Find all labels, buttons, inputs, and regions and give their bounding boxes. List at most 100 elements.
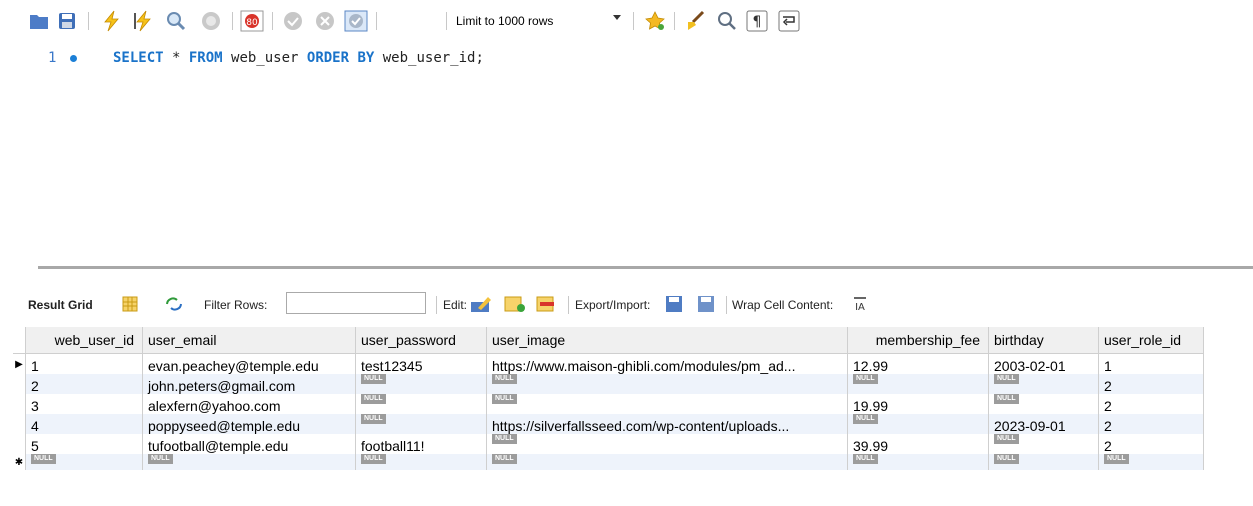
cell-value: evan.peachey@temple.edu	[148, 358, 319, 374]
autocommit-icon[interactable]	[344, 10, 368, 32]
row-indicator[interactable]	[13, 414, 26, 434]
sql-code-line[interactable]: SELECT * FROM web_user ORDER BY web_user…	[113, 50, 484, 66]
row-indicator[interactable]	[13, 434, 26, 454]
toolbar-separator	[674, 12, 675, 30]
grid-cell[interactable]: alexfern@yahoo.com	[142, 394, 356, 414]
grid-cell[interactable]: NULL	[355, 394, 487, 414]
grid-cell[interactable]: 2	[25, 374, 143, 394]
table-row[interactable]: ▶ 1 evan.peachey@temple.edu test12345 https:…	[13, 353, 1204, 374]
grid-cell[interactable]: NULL	[486, 374, 848, 394]
grid-cell[interactable]: NULL	[1098, 454, 1204, 470]
beautify-icon[interactable]	[684, 10, 708, 32]
export-icon[interactable]	[664, 294, 686, 314]
grid-cell[interactable]: 2	[1098, 394, 1204, 414]
grid-cell[interactable]: https://silverfallsseed.com/wp-content/u…	[486, 414, 848, 434]
column-header[interactable]: user_role_id	[1098, 327, 1204, 354]
grid-cell[interactable]: 3	[25, 394, 143, 414]
null-badge: NULL	[361, 454, 386, 464]
toolbar-separator	[232, 12, 233, 30]
splitter[interactable]	[38, 266, 1253, 269]
grid-cell[interactable]: evan.peachey@temple.edu	[142, 353, 356, 374]
commit-icon[interactable]	[282, 10, 304, 32]
wrap-cell-icon[interactable]: IA	[852, 296, 868, 312]
null-badge: NULL	[853, 414, 878, 424]
rollback-icon[interactable]	[314, 10, 336, 32]
row-indicator[interactable]	[13, 374, 26, 394]
grid-cell[interactable]: 1	[25, 353, 143, 374]
delete-row-icon[interactable]	[536, 294, 558, 314]
result-grid-tab[interactable]: Result Grid	[28, 298, 93, 312]
grid-cell[interactable]: NULL	[25, 454, 143, 470]
grid-cell[interactable]: NULL	[847, 414, 989, 434]
grid-cell[interactable]: test12345	[355, 353, 487, 374]
edit-row-icon[interactable]	[470, 294, 492, 314]
grid-cell[interactable]: 19.99	[847, 394, 989, 414]
grid-cell[interactable]: 2	[1098, 434, 1204, 454]
grid-cell[interactable]: 12.99	[847, 353, 989, 374]
grid-cell[interactable]: https://www.maison-ghibli.com/modules/pm…	[486, 353, 848, 374]
grid-cell[interactable]: 4	[25, 414, 143, 434]
filter-rows-input[interactable]	[286, 292, 426, 314]
add-row-icon[interactable]	[504, 294, 526, 314]
grid-cell[interactable]: 2023-09-01	[988, 414, 1099, 434]
import-icon[interactable]	[696, 294, 718, 314]
grid-cell[interactable]: NULL	[355, 414, 487, 434]
grid-cell[interactable]: NULL	[988, 394, 1099, 414]
column-header[interactable]: birthday	[988, 327, 1099, 354]
explain-icon[interactable]	[164, 10, 188, 32]
find-icon[interactable]	[716, 10, 738, 32]
grid-cell[interactable]: NULL	[988, 374, 1099, 394]
grid-cell[interactable]: NULL	[355, 374, 487, 394]
grid-cell[interactable]: tufootball@temple.edu	[142, 434, 356, 454]
cell-value: 5	[31, 438, 39, 454]
column-header[interactable]: user_image	[486, 327, 848, 354]
execute-current-icon[interactable]	[132, 10, 156, 32]
execute-icon[interactable]	[100, 10, 124, 32]
grid-cell[interactable]: NULL	[988, 454, 1099, 470]
grid-cell[interactable]: 1	[1098, 353, 1204, 374]
null-badge: NULL	[1104, 454, 1129, 464]
limit-rows-select[interactable]: Limit to 1000 rows	[452, 10, 634, 32]
grid-cell[interactable]: 2	[1098, 414, 1204, 434]
column-header[interactable]: web_user_id	[25, 327, 143, 354]
grid-cell[interactable]: NULL	[355, 454, 487, 470]
grid-view-icon[interactable]	[122, 296, 138, 312]
grid-cell[interactable]: NULL	[988, 434, 1099, 454]
grid-cell[interactable]: NULL	[847, 374, 989, 394]
stop-icon[interactable]	[200, 10, 222, 32]
result-grid[interactable]: web_user_id user_email user_password use…	[13, 327, 1204, 470]
grid-cell[interactable]: NULL	[142, 454, 356, 470]
grid-cell[interactable]: 39.99	[847, 434, 989, 454]
wrap-icon[interactable]	[778, 10, 800, 32]
cell-value: 2023-09-01	[994, 418, 1066, 434]
folder-icon[interactable]	[28, 10, 50, 32]
grid-cell[interactable]: 5	[25, 434, 143, 454]
refresh-icon[interactable]	[164, 296, 184, 312]
bookmark-icon[interactable]	[643, 10, 667, 32]
save-icon[interactable]	[56, 10, 78, 32]
grid-cell[interactable]: NULL	[847, 454, 989, 470]
grid-cell[interactable]: poppyseed@temple.edu	[142, 414, 356, 434]
sql-editor[interactable]: 1 SELECT * FROM web_user ORDER BY web_us…	[0, 42, 1253, 257]
row-indicator[interactable]	[13, 394, 26, 414]
grid-cell[interactable]: john.peters@gmail.com	[142, 374, 356, 394]
grid-cell[interactable]: 2	[1098, 374, 1204, 394]
column-header[interactable]: membership_fee	[847, 327, 989, 354]
table-row[interactable]: 4 poppyseed@temple.edu NULL https://silverf…	[13, 414, 1204, 434]
grid-cell[interactable]: NULL	[486, 454, 848, 470]
grid-cell[interactable]: football11!	[355, 434, 487, 454]
cell-value: john.peters@gmail.com	[148, 378, 296, 394]
invisible-chars-icon[interactable]: ¶	[746, 10, 768, 32]
grid-cell[interactable]: NULL	[486, 394, 848, 414]
table-row[interactable]: 3 alexfern@yahoo.com NULL NULL 19.99 NULL 2	[13, 394, 1204, 414]
column-header[interactable]: user_email	[142, 327, 356, 354]
grid-cell[interactable]: NULL	[486, 434, 848, 454]
new-row[interactable]: ✱ NULL NULL NULL NULL NULL NULL NULL	[13, 454, 1204, 470]
table-row[interactable]: 5 tufootball@temple.edu football11! NULL 39.…	[13, 434, 1204, 454]
toggle-error-icon[interactable]: 80	[240, 10, 264, 32]
current-row-arrow-icon[interactable]: ▶	[13, 353, 26, 374]
null-badge: NULL	[492, 454, 517, 464]
table-row[interactable]: 2 john.peters@gmail.com NULL NULL NULL NULL 2	[13, 374, 1204, 394]
column-header[interactable]: user_password	[355, 327, 487, 354]
grid-cell[interactable]: 2003-02-01	[988, 353, 1099, 374]
